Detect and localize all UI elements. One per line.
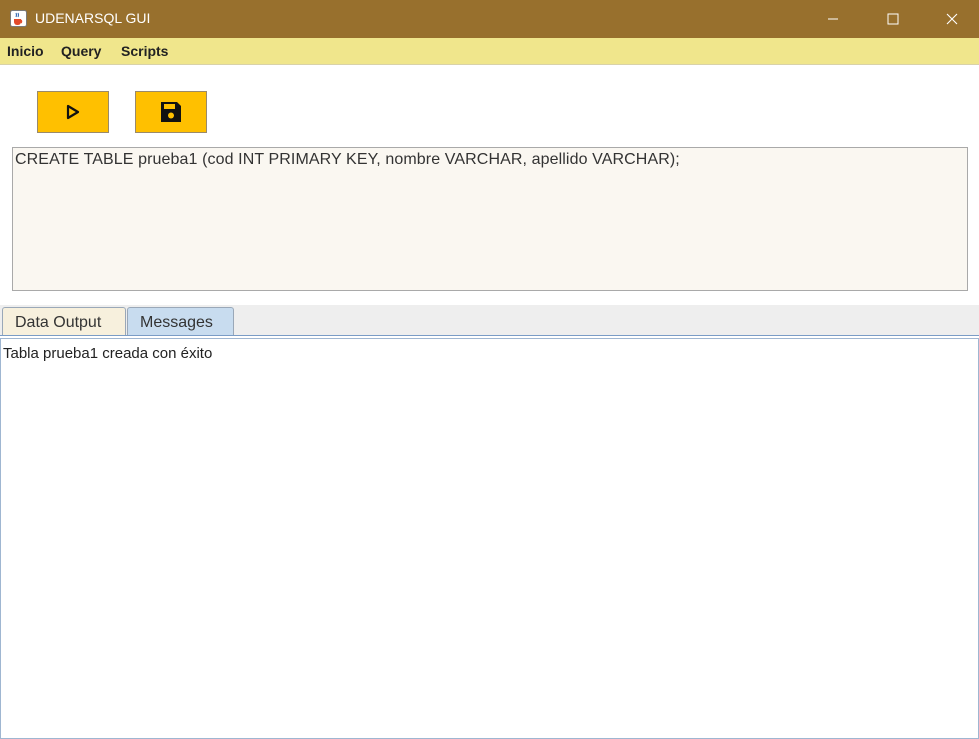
save-button[interactable] — [135, 91, 207, 133]
tab-data-output[interactable]: Data Output — [2, 307, 126, 336]
menu-query[interactable]: Query — [61, 43, 101, 59]
maximize-icon — [887, 13, 899, 25]
minimize-icon — [828, 18, 838, 20]
tab-divider — [0, 335, 979, 336]
menu-inicio[interactable]: Inicio — [7, 43, 44, 59]
messages-panel: Tabla prueba1 creada con éxito — [0, 338, 979, 739]
window-title: UDENARSQL GUI — [35, 10, 151, 26]
menu-scripts[interactable]: Scripts — [121, 43, 168, 59]
play-icon — [66, 104, 80, 120]
close-icon — [946, 13, 958, 25]
message-text: Tabla prueba1 creada con éxito — [3, 345, 213, 362]
java-coffee-cup-icon — [10, 10, 27, 27]
result-tabs: Data Output Messages — [0, 305, 979, 336]
run-query-button[interactable] — [37, 91, 109, 133]
menu-bar: Inicio Query Scripts — [0, 38, 979, 65]
title-bar: UDENARSQL GUI — [0, 0, 979, 38]
minimize-button[interactable] — [808, 0, 858, 38]
save-icon — [161, 102, 181, 122]
close-button[interactable] — [927, 0, 977, 38]
maximize-button[interactable] — [868, 0, 918, 38]
query-editor[interactable]: CREATE TABLE prueba1 (cod INT PRIMARY KE… — [12, 147, 968, 291]
tab-messages[interactable]: Messages — [127, 307, 234, 336]
